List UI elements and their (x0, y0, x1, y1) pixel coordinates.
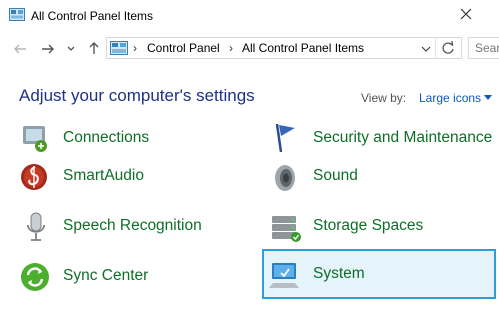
item-label[interactable]: Sync Center (63, 267, 148, 285)
close-icon[interactable] (457, 5, 475, 23)
item-sound[interactable]: Sound (269, 154, 499, 202)
window-title: All Control Panel Items (31, 9, 154, 23)
up-arrow-icon[interactable] (86, 40, 102, 56)
storage-spaces-icon (272, 216, 301, 242)
smartaudio-icon (21, 164, 47, 190)
page-heading: Adjust your computer's settings (19, 86, 255, 105)
item-smartaudio[interactable]: SmartAudio (19, 154, 249, 202)
item-speech-recognition[interactable]: Speech Recognition (19, 204, 249, 252)
control-panel-icon (110, 41, 128, 55)
address-bar[interactable]: › Control Panel › All Control Panel Item… (106, 37, 462, 59)
sync-center-icon (21, 263, 49, 291)
item-label[interactable]: Connections (63, 129, 149, 147)
flag-icon (275, 123, 295, 153)
breadcrumb-control-panel[interactable]: Control Panel (147, 41, 220, 55)
title-bar: All Control Panel Items (0, 0, 499, 32)
recent-locations-chevron-icon[interactable] (66, 41, 76, 57)
back-arrow-icon[interactable] (12, 41, 28, 57)
item-label[interactable]: Speech Recognition (63, 217, 202, 235)
speaker-icon (275, 165, 295, 191)
chevron-down-icon[interactable] (484, 95, 492, 100)
divider (435, 38, 436, 58)
item-label[interactable]: Storage Spaces (313, 217, 423, 235)
breadcrumb-all-items[interactable]: All Control Panel Items (242, 41, 364, 55)
item-system[interactable]: System (269, 252, 493, 300)
refresh-icon[interactable] (439, 39, 457, 57)
chevron-down-icon[interactable] (421, 45, 431, 53)
item-storage-spaces[interactable]: Storage Spaces (269, 204, 499, 252)
item-label[interactable]: SmartAudio (63, 167, 144, 185)
forward-arrow-icon[interactable] (40, 41, 56, 57)
item-label[interactable]: System (313, 265, 365, 283)
search-placeholder: Sear (475, 41, 499, 55)
chevron-right-icon[interactable]: › (229, 41, 233, 55)
connections-icon (23, 126, 47, 152)
view-by-label: View by: (361, 91, 407, 105)
item-label[interactable]: Security and Maintenance (313, 129, 492, 147)
view-by-dropdown[interactable]: Large icons (419, 91, 481, 105)
chevron-right-icon[interactable]: › (133, 41, 137, 55)
item-sync-center[interactable]: Sync Center (19, 254, 249, 302)
control-panel-icon (9, 8, 25, 21)
search-input[interactable]: Sear (468, 37, 499, 59)
system-icon (269, 263, 299, 288)
microphone-icon (27, 212, 45, 241)
item-label[interactable]: Sound (313, 167, 358, 185)
